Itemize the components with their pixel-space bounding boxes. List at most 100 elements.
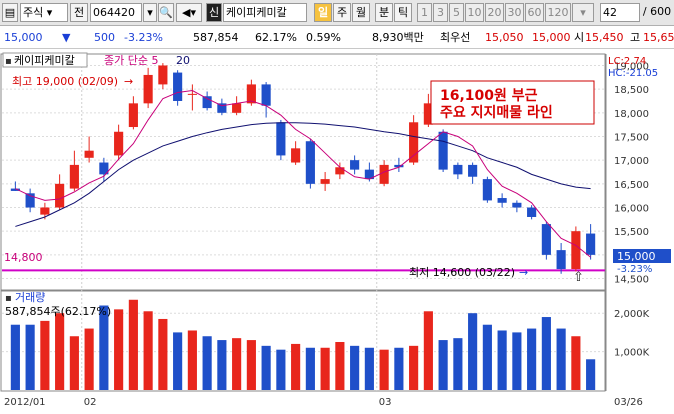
candle-up (114, 131, 124, 156)
candle-down (527, 207, 537, 217)
volume-current: 587,854주(62.17%) (5, 305, 111, 318)
candle-down (276, 122, 286, 156)
price-tick-label: 17,500 (614, 132, 649, 143)
lc-label: LC:2.74 (608, 56, 646, 67)
volume-bar (55, 313, 65, 390)
current-price: 15,000 (4, 31, 43, 44)
interval-3[interactable]: 3 (433, 3, 448, 22)
ma20-legend: 20 (176, 54, 190, 67)
menu-icon[interactable]: ▤ (2, 3, 18, 22)
high-label: 고 (630, 31, 641, 44)
candle-down (261, 84, 271, 106)
quote-bar: 15,000 ▼ 500 -3.23% 587,854 62.17% 0.59%… (0, 27, 674, 49)
chart-area[interactable]: 14,500 15,000 15,500 16,000 16,500 17,000 17,5… (0, 50, 674, 411)
volume-bar (468, 313, 478, 390)
volume-bar (202, 336, 212, 390)
volume-bar (40, 320, 50, 390)
search-icon[interactable]: 🔍 (158, 3, 174, 22)
low-arrow-icon: → (519, 266, 528, 279)
change-value: 500 (94, 31, 115, 44)
prev-button[interactable]: 전 (70, 3, 88, 22)
count-total: / 600 (642, 5, 672, 18)
volume-bar (232, 338, 242, 390)
open-price: 15,450 (585, 31, 624, 44)
stock-badge: 신 (206, 3, 222, 22)
period-month-button[interactable]: 월 (352, 3, 370, 22)
market-select-value: 주식 (23, 6, 44, 19)
volume-bar (453, 338, 463, 390)
code-dropdown-icon[interactable]: ▾ (143, 3, 157, 22)
ma5-legend: 종가 단순 5 (104, 54, 158, 67)
volume-bar (291, 343, 301, 390)
volume-bar (99, 305, 109, 390)
chart-menu-icon[interactable]: ▪ (5, 56, 12, 67)
candle-down (173, 72, 183, 101)
candle-up (320, 179, 330, 184)
volume-bar (512, 332, 522, 390)
interval-30[interactable]: 30 (505, 3, 524, 22)
volume-bar (158, 318, 168, 390)
volume-bar (409, 345, 419, 390)
tick-button[interactable]: 틱 (394, 3, 412, 22)
period-day-button[interactable]: 일 (314, 3, 332, 22)
volume-bar (128, 299, 138, 390)
candle-up (187, 93, 197, 95)
volume-bar (25, 324, 35, 390)
candle-up (69, 164, 79, 189)
volume-bar (69, 336, 79, 390)
candle-up (128, 103, 138, 128)
date-tick-label: 03/26 (614, 397, 643, 408)
code-input[interactable]: 064420 (90, 3, 142, 22)
price-tick-label: 16,000 (614, 204, 649, 215)
stock-name-field[interactable]: 케이피케미칼 (223, 3, 307, 22)
candle-down (497, 198, 507, 203)
trade-amount: 8,930백만 (372, 31, 424, 44)
chart-stock-name: 케이피케미칼 (14, 54, 75, 67)
interval-120[interactable]: 120 (545, 3, 571, 22)
price-tick-label: 17,000 (614, 156, 649, 167)
candle-down (468, 164, 478, 177)
candle-up (232, 103, 242, 113)
volume-bar (305, 347, 315, 390)
best-quote-label: 최우선 (440, 31, 471, 44)
volume-bar (586, 359, 596, 390)
volume-bar (187, 330, 197, 390)
market-select[interactable]: 주식 ▾ (20, 3, 68, 22)
interval-1[interactable]: 1 (417, 3, 432, 22)
toolbar: ▤ 주식 ▾ 전 064420 ▾ 🔍 ◀▾ 신 케이피케미칼 일 주 월 분 … (0, 0, 674, 26)
bid-price: 15,000 (532, 31, 571, 44)
count-input[interactable]: 42 (600, 3, 640, 22)
annotation-line-1: 16,100원 부근 (440, 88, 538, 104)
candle-down (482, 179, 492, 201)
interval-60[interactable]: 60 (525, 3, 544, 22)
candle-down (453, 164, 463, 175)
volume-bar (482, 324, 492, 390)
price-chart[interactable]: 14,500 15,000 15,500 16,000 16,500 17,000 17,5… (0, 50, 674, 411)
period-week-button[interactable]: 주 (333, 3, 351, 22)
interval-dropdown[interactable]: ▾ (572, 3, 594, 22)
price-tick-label: 15,500 (614, 227, 649, 238)
interval-5[interactable]: 5 (449, 3, 464, 22)
interval-10[interactable]: 10 (465, 3, 484, 22)
candle-up (143, 74, 153, 104)
candle-up (84, 150, 94, 158)
interval-20[interactable]: 20 (485, 3, 504, 22)
candle-down (202, 96, 212, 109)
annotation-line-2: 주요 지지매물 라인 (440, 104, 553, 121)
up-arrow-icon: ⇧ (573, 270, 584, 285)
volume-bar (527, 328, 537, 390)
change-percent: -3.23% (124, 31, 163, 44)
speaker-icon[interactable]: ◀▾ (176, 3, 202, 22)
volume-tick-label: 2,000K (614, 309, 650, 320)
volume-bar (556, 328, 566, 390)
ask-price: 15,050 (485, 31, 524, 44)
volume-bar (350, 345, 360, 390)
volume-bar (497, 330, 507, 390)
volume-menu-icon[interactable]: ▪ (5, 293, 12, 304)
volume-bar (84, 328, 94, 390)
volume-bar (10, 324, 20, 390)
price-tick-label: 18,000 (614, 109, 649, 120)
candle-up (335, 167, 345, 175)
candle-down (586, 233, 596, 255)
minute-button[interactable]: 분 (375, 3, 393, 22)
